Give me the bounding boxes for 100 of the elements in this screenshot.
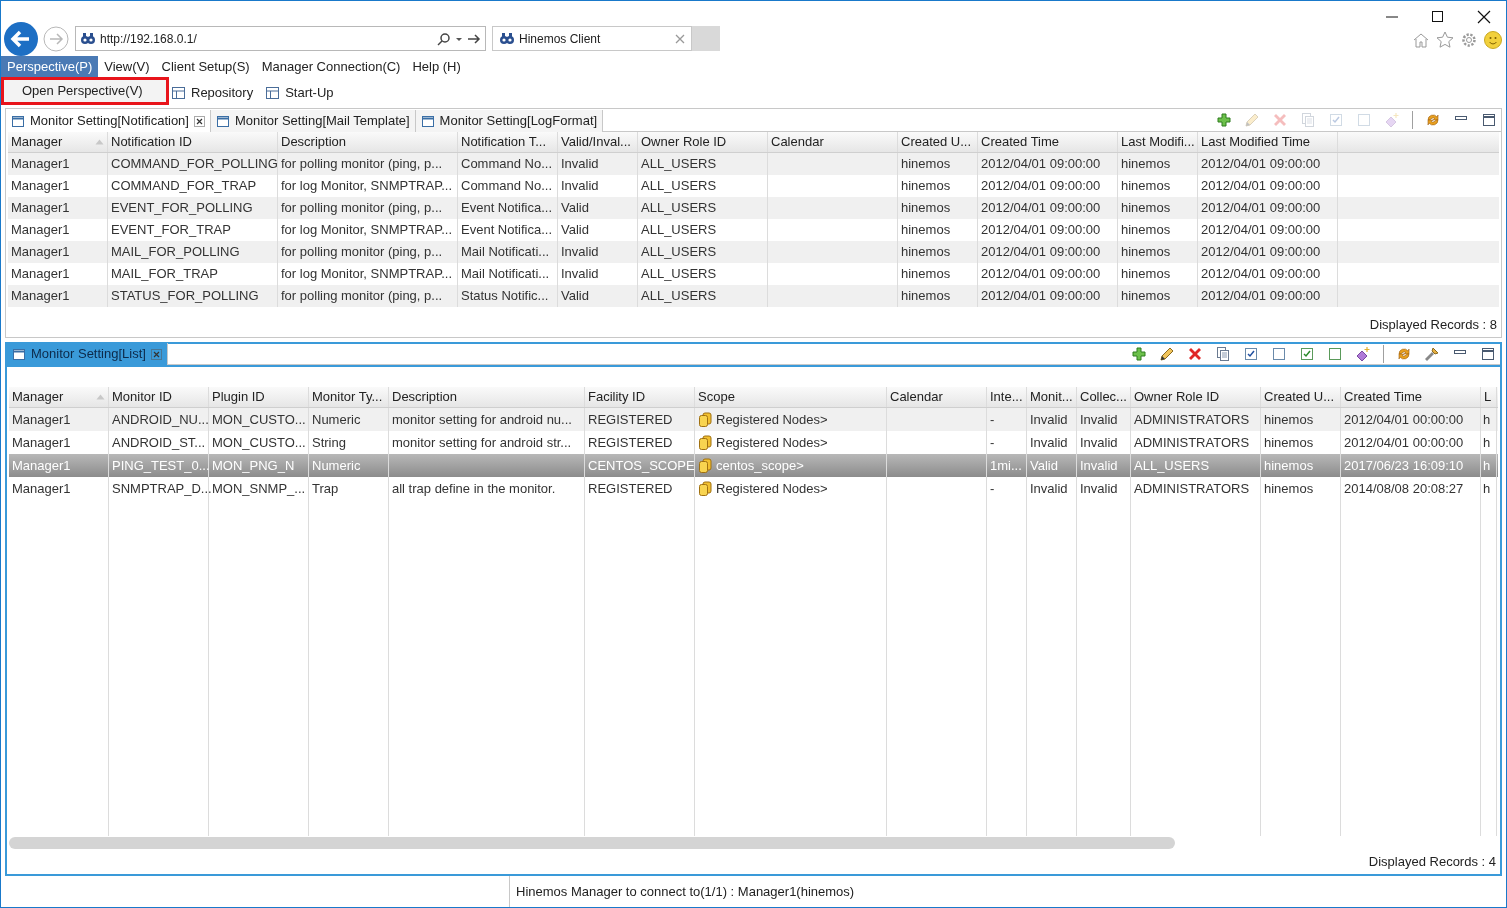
column-label: Created Time — [981, 133, 1060, 152]
column-label: Notification T... — [461, 133, 547, 152]
address-bar[interactable]: http://192.168.0.1/ — [75, 26, 486, 51]
table-cell-text: Manager1 — [11, 287, 70, 306]
column-label: Description — [392, 388, 458, 407]
table-row[interactable]: Manager1 STATUS_FOR_POLLING for polling monitor (ping, p... Status Notific... Valid ALL_USERS hinemos 2012/04/01 09:00:00 hinemos 2012/04/01 09:00:00 — [8, 285, 1499, 307]
maximize-button[interactable] — [1481, 112, 1497, 128]
view-tab[interactable]: Monitor Setting[Mail Template] — [210, 110, 416, 132]
table-cell-text: Invalid — [561, 265, 599, 284]
column-header[interactable]: Last Modified Time — [1198, 132, 1338, 152]
table-cell-text: ALL_USERS — [641, 287, 717, 306]
smiley-icon[interactable] — [1484, 31, 1502, 49]
home-icon[interactable] — [1412, 31, 1430, 49]
checkbox-checked-icon[interactable] — [1243, 346, 1259, 362]
close-button[interactable] — [1476, 9, 1492, 25]
perspective-button[interactable]: Start-Up — [265, 82, 334, 103]
column-header[interactable]: Calendar — [768, 132, 898, 152]
column-header[interactable]: Created U... — [898, 132, 978, 152]
table-cell-text: CENTOS_SCOPE — [588, 456, 695, 475]
column-header[interactable]: Facility ID — [585, 387, 695, 407]
close-icon[interactable] — [193, 115, 205, 127]
brush-icon[interactable] — [1424, 346, 1440, 362]
table-cell-text: for log Monitor, SNMPTRAP... — [281, 221, 452, 240]
table-cell-text: 1mi... — [990, 456, 1022, 475]
node-group-icon — [698, 411, 713, 428]
checkbox-checked-icon[interactable] — [1299, 346, 1315, 362]
column-header[interactable]: Plugin ID — [209, 387, 309, 407]
menu-item[interactable]: Help (H) — [406, 56, 467, 77]
table-cell-text: Manager1 — [11, 221, 70, 240]
table-cell-text: SNMPTRAP_D... — [112, 479, 212, 498]
delete-icon[interactable] — [1187, 346, 1203, 362]
browser-tab[interactable]: Hinemos Client — [492, 26, 692, 51]
table-row[interactable]: Manager1 EVENT_FOR_POLLING for polling monitor (ping, p... Event Notifica... Valid ALL_USERS hinemos 2012/04/01 09:00:00 hinemos 2012/04/01 09:00:00 — [8, 197, 1499, 219]
table-cell-text: - — [990, 433, 995, 452]
column-header[interactable]: Manager — [9, 387, 109, 407]
column-header[interactable]: Created Time — [1341, 387, 1481, 407]
column-header[interactable]: Notification ID — [108, 132, 278, 152]
column-header[interactable]: Owner Role ID — [638, 132, 768, 152]
table-cell-text: Command No... — [461, 155, 553, 174]
table-cell-text: hinemos — [1264, 479, 1314, 498]
table-cell-text: centos_scope> — [716, 456, 804, 475]
maximize-button[interactable] — [1430, 9, 1446, 25]
column-header[interactable]: Monitor Ty... — [309, 387, 389, 407]
column-header[interactable]: Calendar — [887, 387, 987, 407]
table-cell-text: Invalid — [561, 243, 599, 262]
back-button[interactable] — [3, 20, 39, 57]
table-cell-text: monitor setting for android str... — [392, 433, 572, 452]
table-cell-text: for log Monitor, SNMPTRAP... — [281, 177, 452, 196]
column-header[interactable]: Valid/Inval... — [558, 132, 638, 152]
column-header[interactable]: Scope — [695, 387, 887, 407]
table-cell-text: Valid — [561, 221, 589, 240]
maximize-button[interactable] — [1480, 346, 1496, 362]
go-arrow-icon[interactable] — [467, 31, 481, 46]
menu-item[interactable]: Client Setup(S) — [155, 56, 256, 77]
column-label: Manager — [11, 133, 63, 152]
column-header[interactable]: Description — [278, 132, 458, 152]
table-cell-text: Manager1 — [11, 177, 70, 196]
table-row[interactable]: Manager1 ANDROID_NU... MON_CUSTO... Numeric monitor setting for android nu... REGISTERED Registered Nodes> - Invalid Invalid ADMINISTRATORS hinemos 2012/04/01 00:00:00 h — [9, 408, 1498, 431]
table-cell-text: 2012/04/01 09:00:00 — [1201, 155, 1321, 174]
table-cell-text: hinemos — [901, 287, 951, 306]
table-row[interactable]: Manager1 MAIL_FOR_POLLING for polling monitor (ping, p... Mail Notificati... Invalid ALL_USERS hinemos 2012/04/01 09:00:00 hinemos 2012/04/01 09:00:00 — [8, 241, 1499, 263]
settings-icon[interactable] — [1460, 31, 1478, 49]
refresh-icon[interactable] — [1425, 112, 1441, 128]
column-header[interactable]: L — [1481, 387, 1497, 407]
table-cell-text: 2012/04/01 09:00:00 — [981, 199, 1101, 218]
add-icon[interactable] — [1131, 346, 1147, 362]
eraser-icon[interactable] — [1355, 346, 1371, 362]
pencil-icon[interactable] — [1159, 346, 1175, 362]
menu-item[interactable]: View(V) — [98, 56, 156, 77]
copy-icon[interactable] — [1215, 346, 1231, 362]
star-icon[interactable] — [1436, 31, 1454, 49]
column-header[interactable]: Description — [389, 387, 585, 407]
perspective-button[interactable]: Repository — [171, 82, 254, 103]
column-header[interactable]: Manager — [8, 132, 108, 152]
table-cell-text: COMMAND_FOR_POLLING — [111, 155, 278, 174]
table-cell-text: Invalid — [1030, 479, 1068, 498]
column-header[interactable]: Owner Role ID — [1131, 387, 1261, 407]
table-cell-text: ADMINISTRATORS — [1134, 479, 1250, 498]
search-icon[interactable] — [437, 31, 451, 46]
column-label: Plugin ID — [212, 388, 265, 407]
add-icon[interactable] — [1216, 112, 1232, 128]
checkbox-icon[interactable] — [1271, 346, 1287, 362]
menu-item[interactable]: Perspective(P) — [1, 56, 99, 77]
checkbox-icon[interactable] — [1327, 346, 1343, 362]
menu-item[interactable]: Manager Connection(C) — [255, 56, 407, 77]
table-row[interactable]: Manager1 COMMAND_FOR_POLLING for polling monitor (ping, p... Command No... Invalid ALL_USERS hinemos 2012/04/01 09:00:00 hinemos 2012/04/01 09:00:00 — [8, 153, 1499, 175]
table-cell-text: Manager1 — [11, 155, 70, 174]
column-header[interactable]: Notification T... — [458, 132, 558, 152]
view-tab[interactable]: Monitor Setting[List] — [7, 343, 168, 365]
table-cell-text: EVENT_FOR_POLLING — [111, 199, 253, 218]
column-header[interactable]: Created Time — [978, 132, 1118, 152]
table-cell-text: h — [1483, 410, 1491, 429]
column-header[interactable]: Monitor ID — [109, 387, 209, 407]
window-icon — [12, 347, 26, 361]
refresh-icon[interactable] — [1396, 346, 1412, 362]
view-tab[interactable]: Monitor Setting[LogFormat] — [415, 110, 604, 132]
column-header[interactable]: Created U... — [1261, 387, 1341, 407]
menu-item[interactable]: Open Perspective(V) — [1, 77, 169, 105]
table-cell-text: Manager1 — [11, 243, 70, 262]
table-cell-text: for polling monitor (ping, p... — [281, 155, 443, 174]
